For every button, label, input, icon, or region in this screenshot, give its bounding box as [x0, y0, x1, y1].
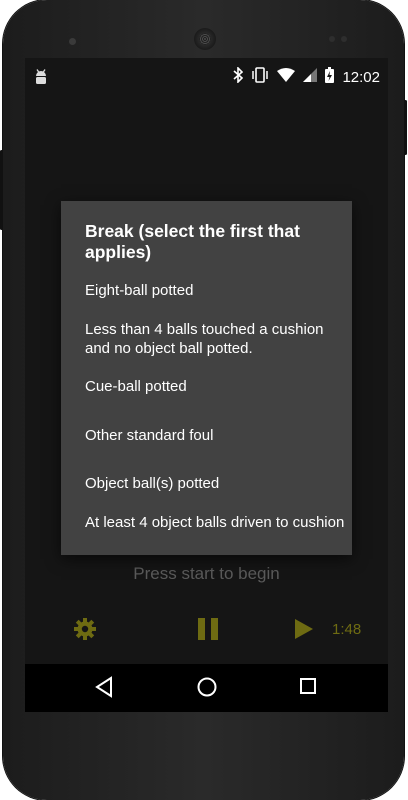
- navigation-bar: [25, 664, 388, 712]
- pause-icon[interactable]: [197, 617, 219, 646]
- battery-icon: [325, 67, 335, 88]
- vibrate-icon: [251, 67, 269, 88]
- proximity-sensor: [329, 36, 335, 42]
- status-bar: 12:02: [25, 58, 388, 96]
- back-icon[interactable]: [95, 676, 113, 703]
- android-debug-icon: [33, 68, 49, 91]
- volume-button: [0, 150, 3, 230]
- wifi-icon: [277, 68, 296, 87]
- light-sensor: [341, 36, 347, 42]
- break-dialog: Break (select the first that applies) Ei…: [61, 201, 352, 555]
- power-button: [404, 100, 407, 155]
- phone-frame: 12:02 Press start to begin 1:48 Break (s…: [0, 0, 407, 800]
- signal-icon: [303, 68, 318, 87]
- option-4-balls-to-cushion[interactable]: At least 4 object balls driven to cushio…: [85, 513, 345, 532]
- earpiece-speaker: [194, 28, 216, 50]
- option-eight-ball-potted[interactable]: Eight-ball potted: [85, 281, 345, 300]
- settings-gear-icon[interactable]: [73, 617, 97, 646]
- option-object-balls-potted[interactable]: Object ball(s) potted: [85, 474, 345, 493]
- start-prompt: Press start to begin: [133, 564, 280, 583]
- clock: 12:02: [342, 69, 380, 86]
- timer: 1:48: [332, 621, 362, 638]
- play-icon[interactable]: [294, 618, 314, 645]
- option-less-than-4-balls[interactable]: Less than 4 balls touched a cushion and …: [85, 320, 345, 358]
- dialog-title: Break (select the first that applies): [85, 221, 300, 262]
- recents-icon[interactable]: [299, 677, 317, 700]
- bluetooth-icon: [233, 66, 244, 88]
- home-icon[interactable]: [196, 676, 218, 703]
- front-sensor: [69, 38, 76, 45]
- option-cue-ball-potted[interactable]: Cue-ball potted: [85, 377, 345, 396]
- option-other-standard-foul[interactable]: Other standard foul: [85, 426, 345, 445]
